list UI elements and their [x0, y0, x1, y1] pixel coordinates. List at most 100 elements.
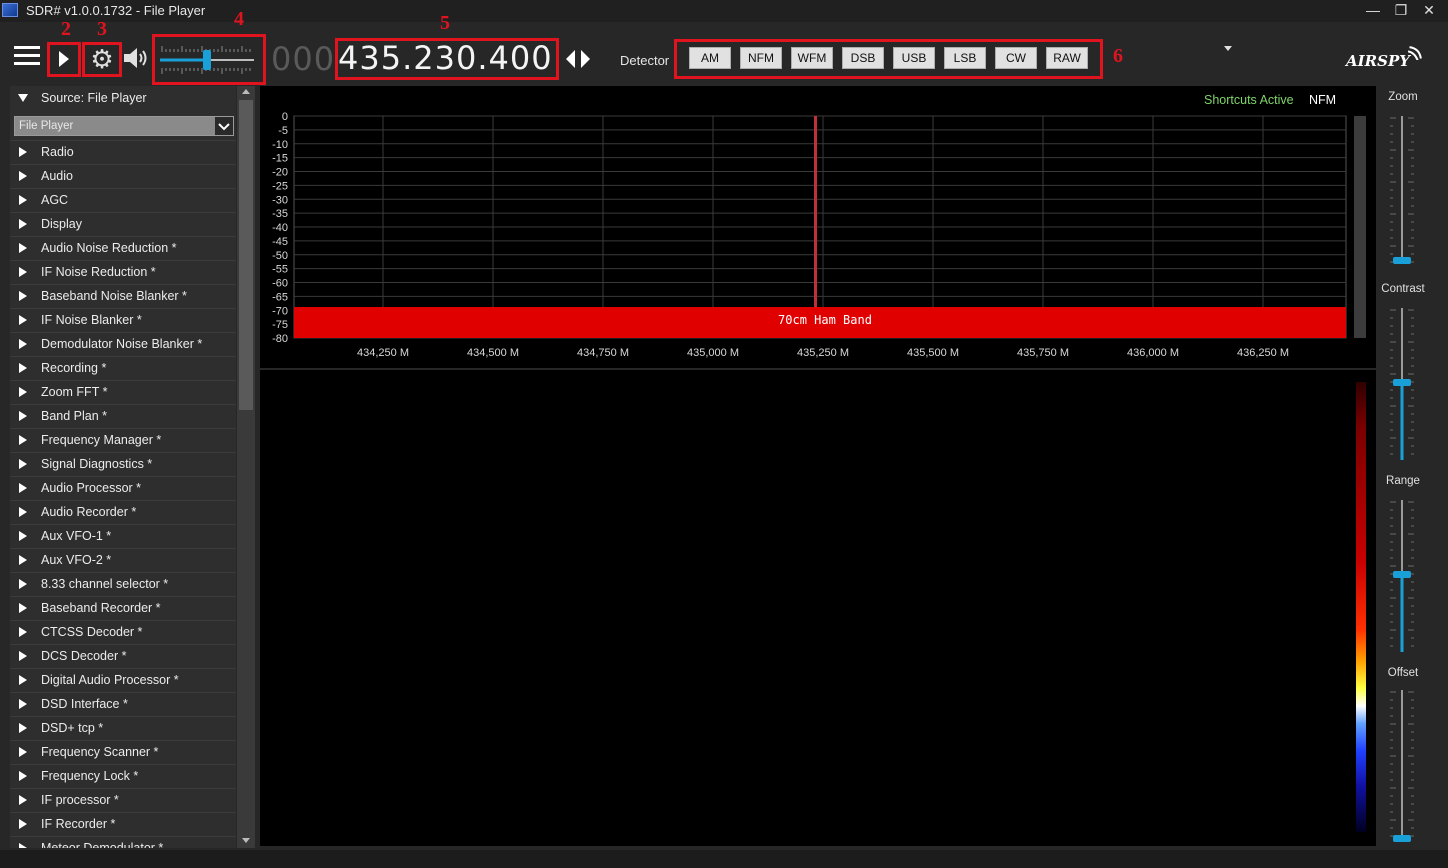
sidebar-item[interactable]: DSD Interface *: [10, 692, 236, 715]
x-tick-label: 434,750 M: [577, 347, 629, 359]
y-tick-label: -15: [272, 153, 288, 165]
annotation-label-3: 3: [97, 18, 107, 40]
sidebar-item[interactable]: Frequency Scanner *: [10, 740, 236, 763]
y-tick-label: -35: [272, 208, 288, 220]
contrast-slider[interactable]: [1386, 304, 1420, 464]
source-select[interactable]: File Player: [14, 116, 234, 136]
slider-thumb[interactable]: [1393, 835, 1411, 842]
sidebar-item[interactable]: Audio Noise Reduction *: [10, 236, 236, 259]
mode-cw-button[interactable]: CW: [995, 47, 1037, 69]
sidebar-item[interactable]: Aux VFO-1 *: [10, 524, 236, 547]
scrollbar-thumb[interactable]: [239, 100, 253, 410]
slider-thumb[interactable]: [1393, 257, 1411, 264]
sidebar-item[interactable]: Audio: [10, 164, 236, 187]
sidebar-item[interactable]: IF Recorder *: [10, 812, 236, 835]
sidebar-item[interactable]: Audio Recorder *: [10, 500, 236, 523]
y-tick-label: -75: [272, 319, 288, 331]
sidebar-item-label: Aux VFO-2 *: [41, 553, 112, 567]
y-tick-label: -70: [272, 305, 288, 317]
scroll-down-icon[interactable]: [242, 838, 250, 843]
slider-thumb[interactable]: [1393, 379, 1411, 386]
mode-usb-button[interactable]: USB: [893, 47, 935, 69]
sidebar-item-label: Radio: [41, 145, 74, 159]
source-header[interactable]: Source: File Player: [10, 86, 236, 110]
sidebar-item[interactable]: Meteor Demodulator *: [10, 836, 236, 848]
expand-arrow-icon: [19, 555, 27, 565]
play-button[interactable]: [49, 42, 79, 76]
sidebar-item[interactable]: Display: [10, 212, 236, 235]
x-tick-label: 436,000 M: [1127, 347, 1179, 359]
annotation-label-6: 6: [1113, 45, 1123, 67]
x-tick-label: 435,000 M: [687, 347, 739, 359]
sidebar-item[interactable]: Frequency Manager *: [10, 428, 236, 451]
collapse-arrow-icon: [18, 94, 28, 102]
range-slider[interactable]: [1386, 496, 1420, 656]
sidebar-scrollbar[interactable]: [237, 86, 255, 848]
gear-icon[interactable]: ⚙: [84, 42, 120, 76]
shortcuts-status: Shortcuts Active: [1204, 93, 1294, 107]
sidebar-item[interactable]: IF Noise Blanker *: [10, 308, 236, 331]
sidebar-item[interactable]: AGC: [10, 188, 236, 211]
slider-thumb[interactable]: [1393, 571, 1411, 578]
y-tick-label: -20: [272, 167, 288, 179]
mode-wfm-button[interactable]: WFM: [791, 47, 833, 69]
sidebar-item[interactable]: CTCSS Decoder *: [10, 620, 236, 643]
frequency-leading-digits[interactable]: 000: [271, 40, 335, 78]
sidebar-item[interactable]: Audio Processor *: [10, 476, 236, 499]
hamburger-menu-icon[interactable]: [14, 46, 40, 66]
frequency-step-arrows-icon[interactable]: [564, 48, 592, 70]
waterfall-display[interactable]: [260, 370, 1376, 846]
mode-lsb-button[interactable]: LSB: [944, 47, 986, 69]
frequency-display[interactable]: 435.230.400: [338, 39, 552, 77]
sidebar-item[interactable]: Recording *: [10, 356, 236, 379]
sidebar-item[interactable]: Digital Audio Processor *: [10, 668, 236, 691]
sidebar-item[interactable]: Signal Diagnostics *: [10, 452, 236, 475]
chevron-down-icon[interactable]: [215, 117, 233, 135]
expand-arrow-icon: [19, 651, 27, 661]
sidebar-item[interactable]: DCS Decoder *: [10, 644, 236, 667]
expand-arrow-icon: [19, 435, 27, 445]
sidebar-item[interactable]: Zoom FFT *: [10, 380, 236, 403]
sidebar-item[interactable]: Band Plan *: [10, 404, 236, 427]
sidebar-item-label: Baseband Noise Blanker *: [41, 289, 187, 303]
expand-arrow-icon: [19, 411, 27, 421]
sidebar-item[interactable]: IF processor *: [10, 788, 236, 811]
mode-nfm-button[interactable]: NFM: [740, 47, 782, 69]
sidebar-item-label: Digital Audio Processor *: [41, 673, 179, 687]
sidebar-item[interactable]: DSD+ tcp *: [10, 716, 236, 739]
sidebar-item[interactable]: Demodulator Noise Blanker *: [10, 332, 236, 355]
detector-mode-group: AM NFM WFM DSB USB LSB CW RAW: [678, 42, 1100, 76]
mode-am-button[interactable]: AM: [689, 47, 731, 69]
sidebar-item-label: DSD Interface *: [41, 697, 128, 711]
sidebar-item[interactable]: Baseband Noise Blanker *: [10, 284, 236, 307]
expand-arrow-icon: [19, 771, 27, 781]
sidebar-item[interactable]: 8.33 channel selector *: [10, 572, 236, 595]
sidebar-item-label: IF processor *: [41, 793, 119, 807]
expand-arrow-icon: [19, 579, 27, 589]
mode-raw-button[interactable]: RAW: [1046, 47, 1088, 69]
mode-dsb-button[interactable]: DSB: [842, 47, 884, 69]
close-button[interactable]: ✕: [1406, 0, 1448, 22]
x-tick-label: 435,250 M: [797, 347, 849, 359]
offset-slider[interactable]: [1386, 686, 1420, 846]
chevron-down-icon[interactable]: [1224, 46, 1232, 51]
scroll-up-icon[interactable]: [242, 89, 250, 94]
sidebar-item[interactable]: Baseband Recorder *: [10, 596, 236, 619]
x-tick-label: 436,250 M: [1237, 347, 1289, 359]
sidebar-item[interactable]: Frequency Lock *: [10, 764, 236, 787]
sidebar-item-label: Audio Processor *: [41, 481, 142, 495]
y-tick-label: -30: [272, 194, 288, 206]
y-tick-label: -10: [272, 139, 288, 151]
sidebar-item[interactable]: IF Noise Reduction *: [10, 260, 236, 283]
sidebar-item[interactable]: Radio: [10, 140, 236, 163]
spectrum-analyzer[interactable]: 0 -5 -10 -15 -20 -25 -30 -35 -40 -45 -50 -55 -60 -65 -…: [260, 86, 1376, 368]
speaker-icon[interactable]: [122, 46, 150, 70]
y-tick-label: -55: [272, 264, 288, 276]
sidebar-item[interactable]: Aux VFO-2 *: [10, 548, 236, 571]
y-tick-label: -45: [272, 236, 288, 248]
expand-arrow-icon: [19, 315, 27, 325]
volume-slider[interactable]: [154, 36, 264, 84]
zoom-slider[interactable]: [1386, 112, 1420, 268]
expand-arrow-icon: [19, 675, 27, 685]
band-plan-label: 70cm Ham Band: [778, 313, 872, 327]
